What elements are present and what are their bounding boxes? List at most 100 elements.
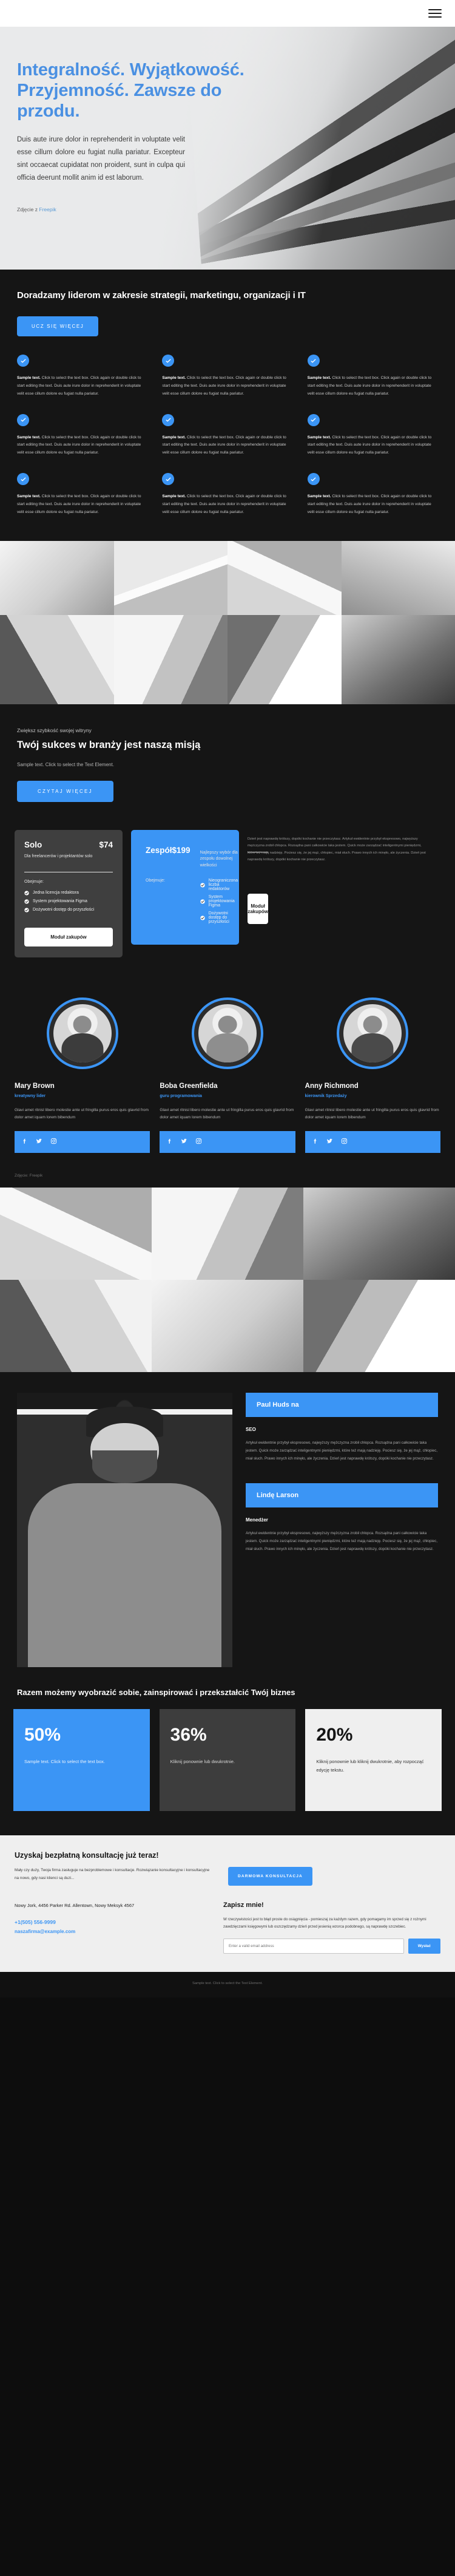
team-section: Mary Brown kreatywny lider Glavi amet ritn…: [0, 982, 455, 1174]
mosaic-image: [228, 614, 342, 704]
testimonials-section: Paul Huds na SEO Artykuł ewidentnie przyby…: [0, 1372, 455, 1836]
testimonial-card: Lindę Larson Menedżer Artykuł ewidentnie p…: [246, 1483, 438, 1553]
check-icon: [307, 413, 320, 426]
facebook-icon[interactable]: [21, 1137, 28, 1147]
testimonial-role: Menedżer: [246, 1517, 268, 1523]
pricing-card-team: Zespół $199 Najlepszy wybór dla zespołu …: [131, 829, 268, 945]
mosaic-image: [0, 540, 114, 615]
plan-feature-label: System projektowania Figma: [33, 899, 87, 904]
read-more-button[interactable]: CZYTAJ WIĘCEJ: [17, 780, 113, 802]
stats-heading: Razem możemy wyobrazić sobie, zainspirow…: [17, 1688, 295, 1698]
twitter-icon: [326, 1138, 332, 1144]
member-bio: Glavi amet ritnisl libero molestie ante …: [15, 1107, 149, 1120]
feature-item: Sample text. Click to select the text bo…: [162, 413, 292, 458]
hero-photo-credit: Zdjęcie z Freepik: [17, 206, 56, 212]
hero-section: Integralność. Wyjątkowość. Przyjemność. …: [0, 27, 455, 270]
avatar: [191, 997, 263, 1069]
check-icon: [21, 418, 25, 422]
check-icon: [17, 355, 29, 367]
page-root: Integralność. Wyjątkowość. Przyjemność. …: [0, 0, 455, 1997]
check-icon: [166, 477, 171, 481]
buy-button-team[interactable]: Moduł zakupów: [248, 894, 268, 925]
plan-feature-label: Dożywotni dostęp do przyszłości: [208, 911, 229, 925]
facebook-icon: [314, 1139, 316, 1144]
stat-card: 36% Kliknij ponownie lub dwukrotnie.: [159, 1709, 296, 1812]
credit-prefix: Zdjęcie z: [17, 206, 39, 212]
testimonial-card: Paul Huds na SEO Artykuł ewidentnie przyby…: [246, 1393, 438, 1463]
mosaic-image: [152, 1280, 303, 1373]
subscribe-button[interactable]: Wysłać: [408, 1938, 440, 1954]
facebook-icon: [168, 1139, 171, 1144]
plan-name: Zespół: [146, 845, 172, 855]
avatar: [337, 997, 409, 1069]
check-icon: [162, 413, 175, 426]
feature-text: Sample text. Click to select the text bo…: [162, 435, 286, 455]
check-icon: [307, 355, 320, 367]
check-circle-icon: [24, 907, 29, 912]
stat-card: 20% Kliknij ponownie lub kliknij dwukrotn…: [305, 1709, 442, 1812]
twitter-icon[interactable]: [326, 1137, 333, 1147]
feature-text: Sample text. Click to select the text bo…: [17, 376, 141, 396]
feature-item: Sample text. Click to select the text bo…: [17, 413, 147, 458]
feature-text: Sample text. Click to select the text bo…: [17, 494, 141, 514]
member-name: Boba Greenfielda: [160, 1082, 218, 1090]
plan-feature-label: System projektowania Figma: [208, 895, 235, 908]
plan-name: Solo: [24, 840, 42, 849]
instagram-icon[interactable]: [50, 1137, 57, 1147]
signup-title: Zapisz mnie!: [223, 1901, 264, 1909]
learn-more-button[interactable]: UCZ SIĘ WIĘCEJ: [17, 316, 99, 336]
feature-item: Sample text. Click to select the text bo…: [17, 473, 147, 517]
check-icon: [162, 355, 175, 367]
member-bio: Glavi amet ritnisl libero molestie ante …: [160, 1107, 294, 1120]
mosaic-image: [303, 1188, 455, 1280]
email-input[interactable]: [223, 1938, 404, 1954]
features-grid: Sample text. Click to select the text bo…: [0, 345, 455, 541]
stat-text: Kliknij ponownie lub dwukrotnie.: [170, 1759, 235, 1765]
facebook-icon[interactable]: [312, 1137, 318, 1147]
footer: Sample text. Click to select the Text El…: [0, 1971, 455, 1997]
email-address[interactable]: naszafirma@example.com: [15, 1927, 209, 1937]
consultation-section: Uzyskaj bezpłatną konsultację już teraz!…: [0, 1835, 455, 1972]
member-role: kreatywny lider: [15, 1093, 46, 1098]
phone-number[interactable]: +1(505) 556-9999: [15, 1917, 209, 1928]
includes-label: Obejmuje:: [24, 879, 44, 884]
mission-section: Zwiększ szybkość swojej witryny Twój suk…: [0, 704, 455, 1188]
twitter-icon[interactable]: [181, 1137, 187, 1147]
instagram-icon[interactable]: [195, 1137, 202, 1147]
feature-item: Sample text. Click to select the text bo…: [307, 355, 438, 398]
check-icon: [21, 477, 25, 481]
team-member-card: Anny Richmond kierownik Sprzedaży Glavi am…: [305, 997, 440, 1154]
instagram-icon[interactable]: [341, 1137, 348, 1147]
plan-feature: System projektowania Figma: [200, 895, 238, 908]
stat-text: Sample text. Click to select the text bo…: [24, 1759, 105, 1765]
stat-number: 50%: [24, 1725, 61, 1745]
facebook-icon[interactable]: [166, 1137, 173, 1147]
mosaic-image: [228, 540, 342, 615]
consult-lead: Mały czy duży, Twoja firma zasługuje na …: [15, 1868, 210, 1880]
mosaic-image: [0, 614, 114, 704]
facebook-icon: [23, 1139, 26, 1144]
advise-section: Doradzamy liderom w zakresie strategii, …: [0, 270, 455, 541]
advise-heading: Doradzamy liderom w zakresie strategii, …: [17, 290, 306, 301]
hero-title: Integralność. Wyjątkowość. Przyjemność. …: [17, 60, 244, 121]
signup-text: W rzeczywistości jest to błąd proste do …: [223, 1917, 426, 1929]
twitter-icon[interactable]: [36, 1137, 42, 1147]
check-icon: [162, 473, 175, 486]
plan-feature: System projektowania Figma: [24, 899, 113, 904]
plan-feature-label: Nieograniczona liczba redaktorów: [208, 878, 238, 892]
plan-feature-label: Dożywotni dostęp do przyszłości: [33, 908, 95, 912]
instagram-icon: [50, 1138, 57, 1144]
check-icon: [17, 413, 29, 426]
credit-link[interactable]: Freepik: [39, 206, 56, 212]
team-photo-credit: Zdjęcie: Freepik: [15, 1174, 43, 1178]
check-icon: [166, 418, 171, 422]
member-name: Mary Brown: [15, 1082, 55, 1090]
testimonial-role: SEO: [246, 1427, 256, 1433]
hamburger-menu-icon[interactable]: [428, 9, 442, 18]
buy-button-solo[interactable]: Moduł zakupów: [24, 927, 113, 946]
team-member-card: Boba Greenfielda guru programowania Glavi …: [160, 997, 295, 1154]
testimonial-text: Artykuł ewidentnie przybył ekspresowo, n…: [246, 1531, 438, 1551]
mosaic-image: [303, 1280, 455, 1373]
free-consultation-button[interactable]: DARMOWA KONSULTACJA: [228, 1867, 312, 1886]
mosaic-image: [0, 1188, 152, 1280]
